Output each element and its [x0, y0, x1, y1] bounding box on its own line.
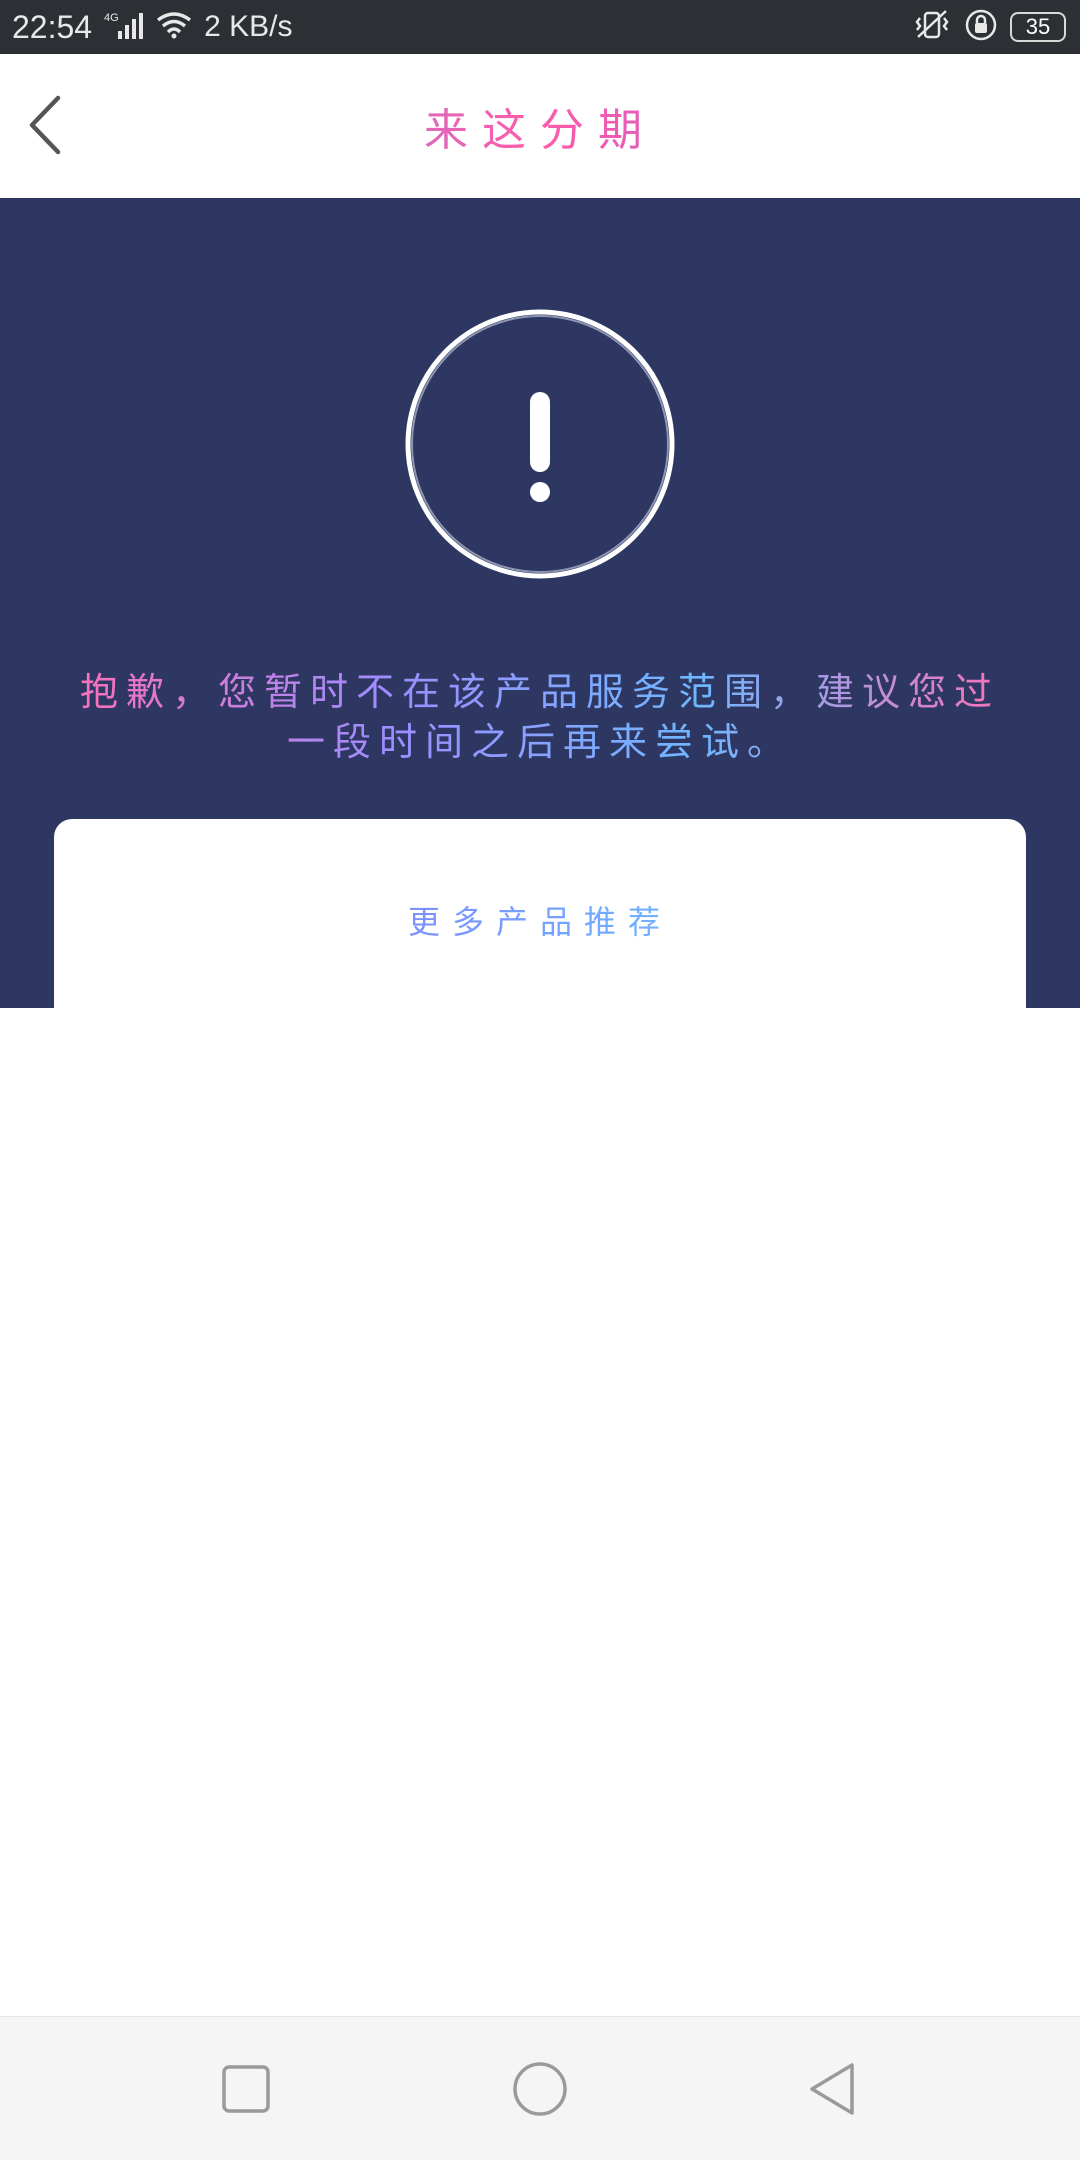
recommend-title: 更多产品推荐	[54, 897, 1026, 943]
rotation-lock-icon	[964, 8, 998, 46]
result-panel: 抱歉，您暂时不在该产品服务范围，建议您过一段时间之后再来尝试。 更多产品推荐	[0, 198, 1080, 1008]
status-right: 35	[912, 8, 1066, 46]
back-triangle-icon	[800, 2063, 864, 2125]
unavailable-message: 抱歉，您暂时不在该产品服务范围，建议您过一段时间之后再来尝试。	[60, 668, 1020, 768]
battery-icon: 35	[1010, 12, 1066, 42]
signal-type: 4G	[104, 12, 119, 24]
status-bar: 22:54 4G 2 KB/s 35	[0, 0, 1080, 54]
status-time: 22:54	[12, 8, 93, 45]
home-button[interactable]	[508, 2057, 572, 2121]
recent-apps-button[interactable]	[214, 2057, 278, 2121]
exclamation-circle-icon	[402, 306, 678, 582]
nav-back-button[interactable]	[800, 2057, 864, 2121]
status-left: 22:54 4G 2 KB/s	[12, 9, 292, 46]
page-title: 来这分期	[0, 54, 1080, 198]
vibrate-icon	[912, 9, 952, 45]
wifi-icon	[156, 11, 192, 43]
system-nav-bar	[0, 2016, 1080, 2160]
home-icon	[508, 2062, 572, 2125]
recommend-card: 更多产品推荐	[54, 819, 1026, 1008]
app-header: 来这分期	[0, 54, 1080, 198]
net-speed: 2 KB/s	[204, 10, 293, 43]
recent-apps-icon	[214, 2065, 278, 2125]
signal-icon: 4G	[104, 9, 144, 45]
